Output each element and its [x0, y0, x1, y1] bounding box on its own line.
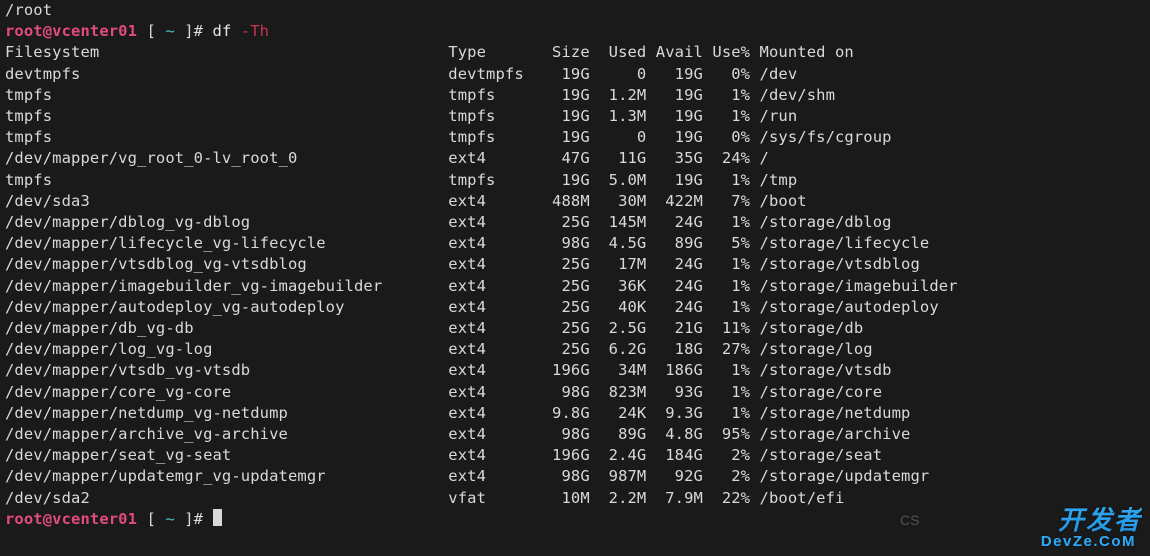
terminal-line: /dev/sda2 vfat 10M 2.2M 7.9M 22% /boot/e…	[5, 488, 1145, 509]
prompt-frame: [	[137, 22, 165, 40]
terminal-line: tmpfs tmpfs 19G 0 19G 0% /sys/fs/cgroup	[5, 127, 1145, 148]
terminal-line: devtmpfs devtmpfs 19G 0 19G 0% /dev	[5, 64, 1145, 85]
terminal-line: /dev/mapper/autodeploy_vg-autodeploy ext…	[5, 297, 1145, 318]
terminal-line: /dev/mapper/vg_root_0-lv_root_0 ext4 47G…	[5, 148, 1145, 169]
prompt-frame: [	[137, 510, 165, 528]
cursor[interactable]	[213, 509, 222, 526]
terminal-line: root@vcenter01 [ ~ ]# df -Th	[5, 21, 1145, 42]
terminal-line: /dev/mapper/netdump_vg-netdump ext4 9.8G…	[5, 403, 1145, 424]
terminal-line: /dev/mapper/dblog_vg-dblog ext4 25G 145M…	[5, 212, 1145, 233]
terminal-line: /dev/mapper/archive_vg-archive ext4 98G …	[5, 424, 1145, 445]
terminal-line: /dev/mapper/core_vg-core ext4 98G 823M 9…	[5, 382, 1145, 403]
terminal-line: /dev/sda3 ext4 488M 30M 422M 7% /boot	[5, 191, 1145, 212]
terminal[interactable]: /rootroot@vcenter01 [ ~ ]# df -ThFilesys…	[0, 0, 1150, 556]
prompt-user: root@vcenter01	[5, 22, 137, 40]
terminal-line: /dev/mapper/vtsdblog_vg-vtsdblog ext4 25…	[5, 254, 1145, 275]
terminal-line: /dev/mapper/db_vg-db ext4 25G 2.5G 21G 1…	[5, 318, 1145, 339]
terminal-line: /dev/mapper/log_vg-log ext4 25G 6.2G 18G…	[5, 339, 1145, 360]
terminal-line: /dev/mapper/vtsdb_vg-vtsdb ext4 196G 34M…	[5, 360, 1145, 381]
terminal-line: /dev/mapper/updatemgr_vg-updatemgr ext4 …	[5, 466, 1145, 487]
terminal-line: tmpfs tmpfs 19G 5.0M 19G 1% /tmp	[5, 170, 1145, 191]
terminal-line: /dev/mapper/lifecycle_vg-lifecycle ext4 …	[5, 233, 1145, 254]
output-text: /root	[5, 1, 52, 19]
prompt-frame: ]#	[175, 510, 213, 528]
prompt-user: root@vcenter01	[5, 510, 137, 528]
terminal-line: /dev/mapper/imagebuilder_vg-imagebuilder…	[5, 276, 1145, 297]
terminal-line: tmpfs tmpfs 19G 1.3M 19G 1% /run	[5, 106, 1145, 127]
prompt-frame: ]#	[175, 22, 213, 40]
terminal-line: Filesystem Type Size Used Avail Use% Mou…	[5, 42, 1145, 63]
terminal-line: /dev/mapper/seat_vg-seat ext4 196G 2.4G …	[5, 445, 1145, 466]
prompt-cwd: ~	[165, 22, 174, 40]
command-option: -Th	[241, 22, 269, 40]
terminal-line: root@vcenter01 [ ~ ]#	[5, 509, 1145, 530]
terminal-line: tmpfs tmpfs 19G 1.2M 19G 1% /dev/shm	[5, 85, 1145, 106]
command: df	[213, 22, 241, 40]
terminal-line: /root	[5, 0, 1145, 21]
prompt-cwd: ~	[165, 510, 174, 528]
